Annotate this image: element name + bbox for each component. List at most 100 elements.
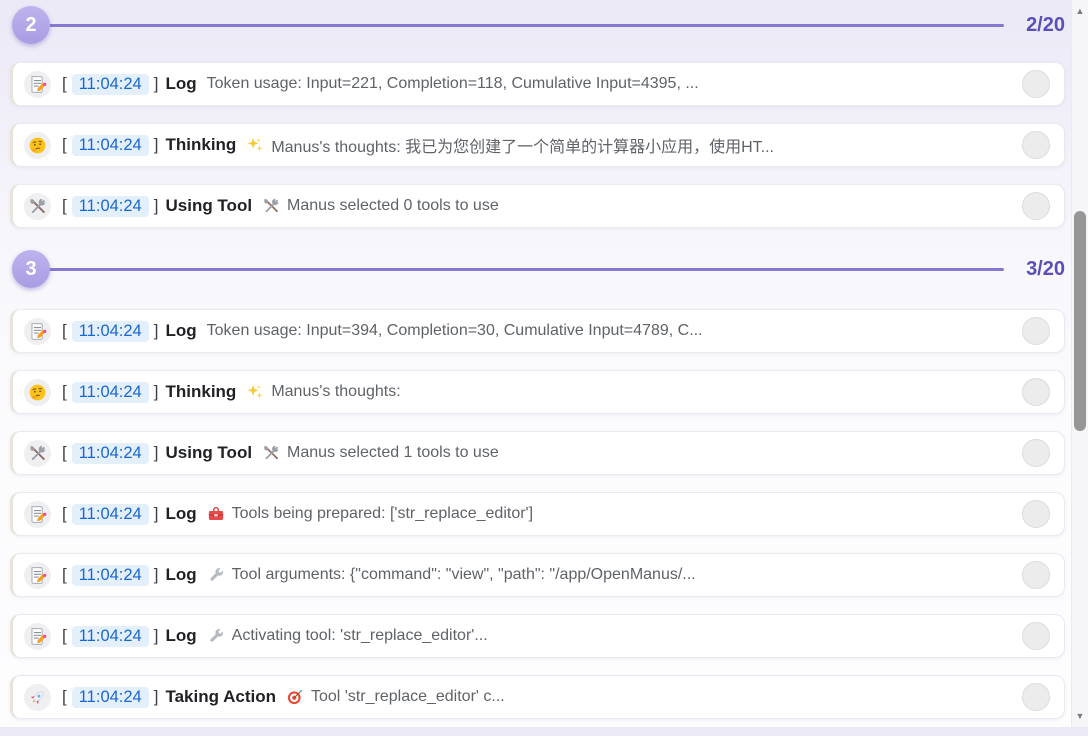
wrench-icon: [207, 566, 225, 584]
log-message: Manus selected 1 tools to use: [287, 444, 499, 461]
status-circle[interactable]: [1022, 439, 1050, 467]
log-card[interactable]: [ 11:04:24 ] Log Token usage: Input=394,…: [10, 309, 1065, 353]
log-type-label: Thinking: [165, 135, 237, 154]
sparkles-icon: [246, 383, 264, 401]
bracket-open: [: [62, 443, 67, 462]
step-progress-counter: 2/20: [1026, 13, 1065, 36]
rocket-icon: [24, 683, 51, 711]
log-type-label: Log: [165, 74, 197, 93]
log-type-label: Log: [165, 504, 197, 523]
bracket-open: [: [62, 626, 67, 645]
timestamp-badge: 11:04:24: [71, 442, 149, 464]
timestamp-badge: 11:04:24: [71, 625, 149, 647]
vertical-scrollbar[interactable]: ▲ ▼: [1071, 0, 1088, 727]
bracket-close: ]: [153, 74, 159, 93]
bracket-open: [: [62, 321, 67, 340]
status-circle[interactable]: [1022, 622, 1050, 650]
hammer-wrench-icon: [24, 192, 51, 220]
memo-icon: [24, 561, 51, 589]
bracket-open: [: [62, 565, 67, 584]
bracket-open: [: [62, 504, 67, 523]
thinking-face-icon: [24, 378, 51, 406]
bracket-close: ]: [153, 382, 159, 401]
bracket-open: [: [62, 196, 67, 215]
bracket-open: [: [62, 382, 67, 401]
bracket-close: ]: [153, 443, 159, 462]
using-tool-card[interactable]: [ 11:04:24 ] Using Tool Manus selected 1…: [10, 431, 1065, 475]
status-circle[interactable]: [1022, 378, 1050, 406]
timestamp-badge: 11:04:24: [71, 503, 149, 525]
bracket-open: [: [62, 687, 67, 706]
timestamp-badge: 11:04:24: [71, 195, 149, 217]
log-message: Activating tool: 'str_replace_editor'...: [231, 627, 488, 644]
log-type-label: Thinking: [165, 382, 237, 401]
step-divider-line: [48, 267, 1004, 271]
timestamp-badge: 11:04:24: [71, 564, 149, 586]
log-type-label: Log: [165, 626, 197, 645]
log-message: Manus's thoughts:: [271, 383, 401, 400]
bracket-close: ]: [153, 321, 159, 340]
log-message: Manus's thoughts: 我已为您创建了一个简单的计算器小应用，使用H…: [271, 139, 775, 156]
hammer-wrench-icon: [262, 444, 280, 462]
wrench-icon: [207, 627, 225, 645]
bracket-open: [: [62, 74, 67, 93]
status-circle[interactable]: [1022, 70, 1050, 98]
log-message: Manus selected 0 tools to use: [287, 197, 499, 214]
scrollbar-thumb[interactable]: [1074, 211, 1086, 431]
dart-icon: [286, 688, 304, 706]
thinking-card[interactable]: [ 11:04:24 ] Thinking Manus's thoughts:: [10, 370, 1065, 414]
timestamp-badge: 11:04:24: [71, 73, 149, 95]
log-message: Tool 'str_replace_editor' c...: [310, 688, 505, 705]
memo-icon: [24, 500, 51, 528]
hammer-wrench-icon: [24, 439, 51, 467]
log-type-label: Log: [165, 321, 197, 340]
timestamp-badge: 11:04:24: [71, 686, 149, 708]
log-card[interactable]: [ 11:04:24 ] Log Tool arguments: {"comma…: [10, 553, 1065, 597]
scroll-up-arrow-icon[interactable]: ▲: [1072, 3, 1088, 19]
log-type-label: Using Tool: [165, 443, 253, 462]
log-message: Token usage: Input=394, Completion=30, C…: [206, 322, 703, 339]
timestamp-badge: 11:04:24: [71, 381, 149, 403]
status-circle[interactable]: [1022, 561, 1050, 589]
hammer-wrench-icon: [262, 197, 280, 215]
log-message: Tool arguments: {"command": "view", "pat…: [231, 566, 696, 583]
timestamp-badge: 11:04:24: [71, 320, 149, 342]
bracket-close: ]: [153, 626, 159, 645]
step-number-badge: 3: [12, 250, 50, 288]
bracket-close: ]: [153, 687, 159, 706]
thinking-face-icon: [24, 131, 51, 159]
log-type-label: Taking Action: [165, 687, 276, 706]
step-number-badge: 2: [12, 6, 50, 44]
timestamp-badge: 11:04:24: [71, 134, 149, 156]
step-divider-3: 3 3/20: [12, 249, 1065, 289]
thinking-card[interactable]: [ 11:04:24 ] Thinking Manus's thoughts: …: [10, 123, 1065, 167]
log-card[interactable]: [ 11:04:24 ] Log Token usage: Input=221,…: [10, 62, 1065, 106]
memo-icon: [24, 317, 51, 345]
log-card[interactable]: [ 11:04:24 ] Log Tools being prepared: […: [10, 492, 1065, 536]
log-type-label: Using Tool: [165, 196, 253, 215]
log-card[interactable]: [ 11:04:24 ] Log Activating tool: 'str_r…: [10, 614, 1065, 658]
bracket-close: ]: [153, 196, 159, 215]
step-divider-line: [48, 23, 1004, 27]
status-circle[interactable]: [1022, 192, 1050, 220]
status-circle[interactable]: [1022, 317, 1050, 345]
step-divider-2: 2 2/20: [12, 5, 1065, 45]
log-message: Token usage: Input=221, Completion=118, …: [206, 75, 699, 92]
memo-icon: [24, 622, 51, 650]
memo-icon: [24, 70, 51, 98]
bracket-close: ]: [153, 504, 159, 523]
bracket-open: [: [62, 135, 67, 154]
scroll-down-arrow-icon[interactable]: ▼: [1072, 708, 1088, 724]
taking-action-card[interactable]: [ 11:04:24 ] Taking Action Tool 'str_rep…: [10, 675, 1065, 719]
using-tool-card[interactable]: [ 11:04:24 ] Using Tool Manus selected 0…: [10, 184, 1065, 228]
toolbox-icon: [207, 505, 225, 523]
bracket-close: ]: [153, 135, 159, 154]
sparkles-icon: [246, 136, 264, 154]
step-progress-counter: 3/20: [1026, 257, 1065, 280]
status-circle[interactable]: [1022, 500, 1050, 528]
bracket-close: ]: [153, 565, 159, 584]
status-circle[interactable]: [1022, 683, 1050, 711]
log-message: Tools being prepared: ['str_replace_edit…: [231, 505, 534, 522]
log-type-label: Log: [165, 565, 197, 584]
status-circle[interactable]: [1022, 131, 1050, 159]
